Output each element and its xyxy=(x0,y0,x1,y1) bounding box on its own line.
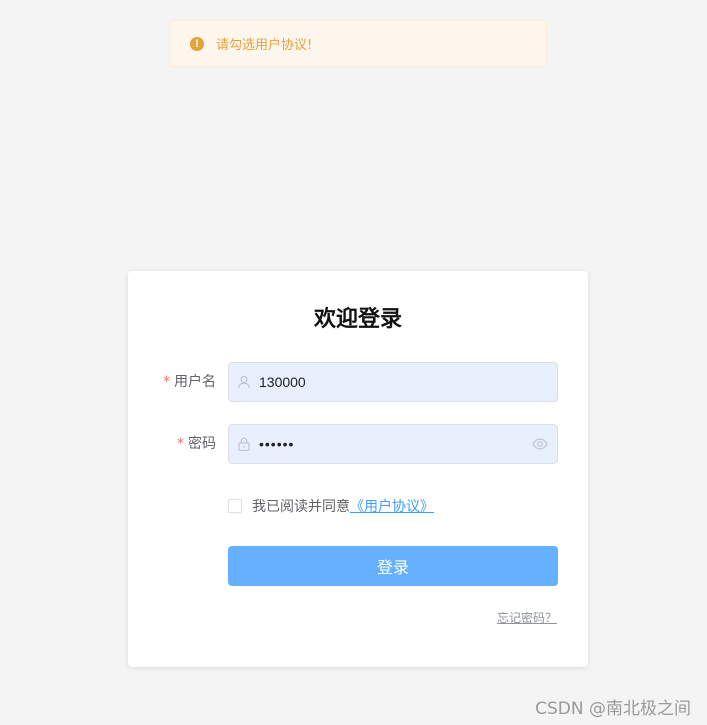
user-agreement-link[interactable]: 《用户协议》 xyxy=(350,496,434,516)
username-label-text: 用户名 xyxy=(174,374,216,390)
page-title: 欢迎登录 xyxy=(313,307,402,332)
forgot-password-link[interactable]: 忘记密码？ xyxy=(497,609,557,626)
password-row: * 密码 •••••• xyxy=(128,424,588,464)
password-label: * 密码 xyxy=(177,424,216,464)
toast-message: 请勾选用户协议! xyxy=(216,38,313,53)
password-value: •••••• xyxy=(259,436,295,452)
watermark: CSDN @南北极之间 xyxy=(535,699,691,719)
agreement-text: 我已阅读并同意 xyxy=(252,499,350,515)
password-field[interactable]: •••••• xyxy=(228,424,558,464)
login-page: ! 请勾选用户协议! 欢迎登录 * 用户名 130000 * 密码 ••••••… xyxy=(0,0,707,725)
required-mark: * xyxy=(163,374,170,390)
required-mark: * xyxy=(177,436,184,452)
lock-icon xyxy=(229,424,259,464)
username-label: * 用户名 xyxy=(163,362,216,402)
username-field[interactable]: 130000 xyxy=(228,362,558,402)
login-button[interactable]: 登录 xyxy=(228,546,558,586)
agreement-row: 我已阅读并同意 《用户协议》 xyxy=(228,496,434,516)
eye-icon[interactable] xyxy=(523,424,557,464)
password-label-text: 密码 xyxy=(188,436,216,452)
user-icon xyxy=(229,362,259,402)
warning-toast: ! 请勾选用户协议! xyxy=(169,20,547,67)
agreement-checkbox[interactable] xyxy=(228,499,242,513)
exclamation-circle-icon: ! xyxy=(190,36,204,51)
login-card: 欢迎登录 * 用户名 130000 * 密码 •••••• 我已阅读并同意 《用… xyxy=(128,271,588,667)
username-value: 130000 xyxy=(259,374,306,390)
username-row: * 用户名 130000 xyxy=(128,362,588,402)
